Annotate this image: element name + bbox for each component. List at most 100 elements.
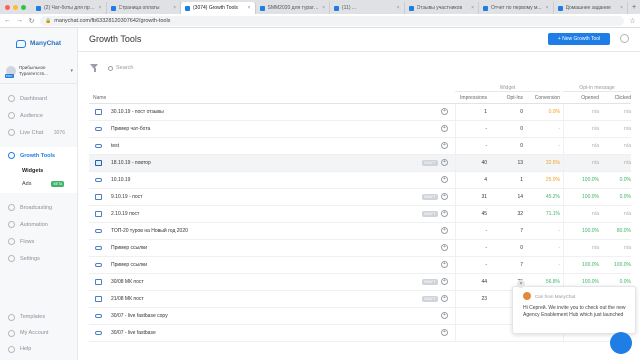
add-icon[interactable]: + bbox=[441, 329, 448, 336]
add-icon[interactable]: + bbox=[441, 278, 448, 285]
widget-name[interactable]: Пример чат-бота bbox=[111, 126, 150, 132]
col-conversion[interactable]: Conversion bbox=[525, 95, 560, 101]
col-optins[interactable]: Opt-Ins bbox=[493, 95, 523, 101]
sidebar-item-flows[interactable]: Flows bbox=[0, 233, 77, 250]
add-icon[interactable]: + bbox=[441, 159, 448, 166]
url-field[interactable]: 🔒 manychat.com/fb63328120307642/growth-t… bbox=[40, 15, 624, 26]
new-growth-tool-button[interactable]: + New Growth Tool bbox=[548, 33, 610, 45]
account-switcher[interactable]: PRO Прибыльное Турагентств... ▾ bbox=[0, 50, 77, 84]
widget-name[interactable]: 30/08 МК пост bbox=[111, 279, 144, 285]
table-row[interactable]: ТОП-20 туров на Новый год 2020 + - 7 - 100.0%… bbox=[89, 223, 631, 240]
browser-tab[interactable]: SMM2020 для турагентств× bbox=[256, 2, 330, 14]
close-icon[interactable]: × bbox=[517, 280, 525, 288]
new-tab-icon[interactable]: + bbox=[628, 4, 640, 11]
browser-tab[interactable]: (3074) Growth Tools × bbox=[181, 2, 256, 14]
search-box[interactable]: Search bbox=[108, 65, 133, 71]
close-tab-icon[interactable]: × bbox=[471, 5, 474, 11]
table-row[interactable]: test + - 0 - n/a n/a bbox=[89, 138, 631, 155]
col-impressions[interactable]: Impressions bbox=[455, 95, 487, 101]
widget-name[interactable]: 2.10.19 пост bbox=[111, 211, 139, 217]
table-header: Widget Opt-in message Name Impressions O… bbox=[89, 82, 631, 104]
close-tab-icon[interactable]: × bbox=[99, 5, 102, 11]
brand[interactable]: ManyChat bbox=[0, 28, 77, 50]
bookmark-star-icon[interactable]: ☆ bbox=[629, 17, 636, 25]
col-name[interactable]: Name bbox=[93, 95, 106, 101]
sidebar-item-live-chat[interactable]: Live Chat 3076 bbox=[0, 124, 77, 141]
browser-tab[interactable]: (2) Чат-боты для привлечения× bbox=[32, 2, 107, 14]
table-row[interactable]: Пример чат-бота + - 0 - n/a n/a bbox=[89, 121, 631, 138]
sidebar-subitem-ads[interactable]: Ads BETA bbox=[0, 177, 77, 190]
close-tab-icon[interactable]: × bbox=[248, 5, 251, 11]
tab-favicon-icon bbox=[259, 5, 265, 11]
add-icon[interactable]: + bbox=[441, 210, 448, 217]
sidebar-item-automation[interactable]: Automation bbox=[0, 216, 77, 233]
sidebar-bottom-nav: Templates My Account Help bbox=[0, 309, 78, 357]
sidebar-item-audience[interactable]: Audience bbox=[0, 107, 77, 124]
chat-launcher-button[interactable] bbox=[610, 332, 632, 354]
sidebar-item-broadcasting[interactable]: Broadcasting bbox=[0, 199, 77, 216]
col-clicked[interactable]: Clicked bbox=[602, 95, 631, 101]
sidebar-item-growth-tools[interactable]: Growth Tools bbox=[0, 147, 77, 164]
widget-name[interactable]: Пример ссылки bbox=[111, 262, 147, 268]
sidebar-item-templates[interactable]: Templates bbox=[0, 309, 78, 325]
close-tab-icon[interactable]: × bbox=[397, 5, 400, 11]
add-icon[interactable]: + bbox=[441, 295, 448, 302]
reload-icon[interactable]: ↻ bbox=[28, 17, 35, 25]
col-opened[interactable]: Opened bbox=[565, 95, 599, 101]
forward-icon[interactable]: → bbox=[16, 17, 23, 24]
minimize-window-icon[interactable] bbox=[13, 4, 18, 10]
chat-popup[interactable]: × Cari from ManyChat Hi Сергей. We invit… bbox=[512, 280, 636, 334]
widget-name[interactable]: Пример ссылки bbox=[111, 245, 147, 251]
sidebar-item-help[interactable]: Help bbox=[0, 341, 78, 357]
back-icon[interactable]: ← bbox=[4, 17, 11, 24]
browser-tab[interactable]: Страница оплаты × bbox=[107, 2, 181, 14]
table-row[interactable]: 9.10.19 - пост DRAFT +31 14 45.2% 100.0% 0.0% bbox=[89, 189, 631, 206]
widget-name[interactable]: ТОП-20 туров на Новый год 2020 bbox=[111, 228, 188, 234]
chat-message: Hi Сергей. We invite you to check out th… bbox=[523, 305, 633, 319]
widget-name[interactable]: 21/08 МК пост bbox=[111, 296, 144, 302]
add-icon[interactable]: + bbox=[441, 244, 448, 251]
widget-name[interactable]: 30/07 - live fastbase bbox=[111, 330, 156, 336]
add-icon[interactable]: + bbox=[441, 227, 448, 234]
close-window-icon[interactable] bbox=[5, 4, 10, 10]
close-tab-icon[interactable]: × bbox=[173, 5, 176, 11]
settings-gear-icon[interactable] bbox=[620, 34, 629, 43]
browser-tab[interactable]: (11) ... × bbox=[330, 2, 405, 14]
widget-name[interactable]: test bbox=[111, 143, 119, 149]
add-icon[interactable]: + bbox=[441, 142, 448, 149]
close-tab-icon[interactable]: × bbox=[620, 5, 623, 11]
sidebar-item-settings[interactable]: Settings bbox=[0, 250, 77, 267]
table-row[interactable]: Пример ссылки + - 0 - n/a n/a bbox=[89, 240, 631, 257]
add-icon[interactable]: + bbox=[441, 312, 448, 319]
add-icon[interactable]: + bbox=[441, 176, 448, 183]
table-row[interactable]: 18.10.19 - повтор DRAFT +40 13 32.5% n/a n/a bbox=[89, 155, 631, 172]
maximize-window-icon[interactable] bbox=[21, 4, 26, 10]
close-tab-icon[interactable]: × bbox=[546, 5, 549, 11]
widget-name[interactable]: 10.10.19 bbox=[111, 177, 130, 183]
table-row[interactable]: 30.10.19 - пост отзывы +1 0 0.0% n/a n/a bbox=[89, 104, 631, 121]
filter-icon[interactable] bbox=[90, 64, 99, 72]
widget-name[interactable]: 30.10.19 - пост отзывы bbox=[111, 109, 164, 115]
add-icon[interactable]: + bbox=[441, 125, 448, 132]
close-tab-icon[interactable]: × bbox=[322, 5, 325, 11]
sidebar-subitem-widgets[interactable]: Widgets bbox=[0, 164, 77, 177]
optins-value: 0 bbox=[520, 109, 523, 115]
table-row[interactable]: 10.10.19 +4 1 25.0% 100.0% 0.0% bbox=[89, 172, 631, 189]
browser-tab[interactable]: Отчет по первому м... × bbox=[479, 2, 554, 14]
add-icon[interactable]: + bbox=[441, 193, 448, 200]
chat-message-line1: Hi Сергей. We invite you to check out th… bbox=[523, 305, 626, 311]
sidebar-item-my-account[interactable]: My Account bbox=[0, 325, 78, 341]
add-icon[interactable]: + bbox=[441, 108, 448, 115]
widget-name[interactable]: 9.10.19 - пост bbox=[111, 194, 142, 200]
table-row[interactable]: 2.10.19 пост DRAFT +45 32 71.1% n/a n/a bbox=[89, 206, 631, 223]
sidebar-item-dashboard[interactable]: Dashboard bbox=[0, 90, 77, 107]
browser-tab[interactable]: Домашнее задание × bbox=[554, 2, 628, 14]
widget-name[interactable]: 30/07 - live fastbase copy bbox=[111, 313, 168, 319]
table-row[interactable]: Пример ссылки + - 7 - 100.0% 100.0% bbox=[89, 257, 631, 274]
column-divider bbox=[455, 308, 456, 324]
url-text: manychat.com/fb63328120307642/growth-too… bbox=[54, 17, 171, 24]
browser-tab[interactable]: Отзывы участников × bbox=[405, 2, 479, 14]
widget-name[interactable]: 18.10.19 - повтор bbox=[111, 160, 151, 166]
add-icon[interactable]: + bbox=[441, 261, 448, 268]
agent-avatar bbox=[523, 292, 531, 300]
